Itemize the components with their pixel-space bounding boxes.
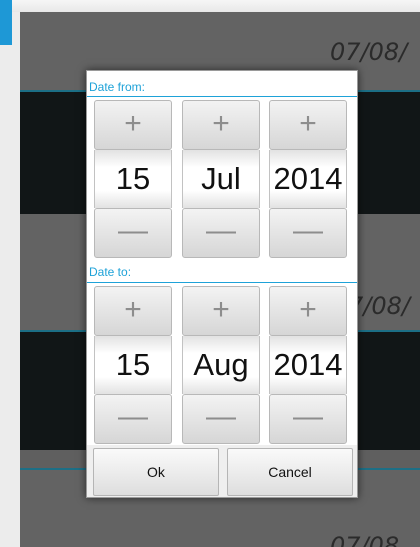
date-range-dialog: Date from: + 15 — + Jul — + 2014 — Date … <box>86 70 358 498</box>
from-year-decrement-button[interactable]: — <box>269 208 347 258</box>
from-day-increment-button[interactable]: + <box>94 100 172 150</box>
list-item-date: 07/08 <box>330 532 400 547</box>
date-to-divider <box>87 282 357 283</box>
date-from-divider <box>87 96 357 97</box>
to-year-value[interactable]: 2014 <box>269 336 347 394</box>
to-day-increment-button[interactable]: + <box>94 286 172 336</box>
to-year-increment-button[interactable]: + <box>269 286 347 336</box>
from-year-increment-button[interactable]: + <box>269 100 347 150</box>
from-day-decrement-button[interactable]: — <box>94 208 172 258</box>
from-month-value[interactable]: Jul <box>182 150 260 208</box>
to-day-value[interactable]: 15 <box>94 336 172 394</box>
ok-button[interactable]: Ok <box>93 448 219 496</box>
from-year-value[interactable]: 2014 <box>269 150 347 208</box>
top-strip <box>0 0 420 12</box>
date-to-label: Date to: <box>89 265 132 279</box>
to-year-decrement-button[interactable]: — <box>269 394 347 444</box>
cancel-button[interactable]: Cancel <box>227 448 353 496</box>
dialog-button-bar: Ok Cancel <box>87 445 357 497</box>
from-month-decrement-button[interactable]: — <box>182 208 260 258</box>
list-item-date: 7/08/ <box>348 292 410 320</box>
to-month-increment-button[interactable]: + <box>182 286 260 336</box>
accent-tab <box>0 0 12 45</box>
from-day-value[interactable]: 15 <box>94 150 172 208</box>
to-month-value[interactable]: Aug <box>182 336 260 394</box>
to-day-decrement-button[interactable]: — <box>94 394 172 444</box>
to-month-decrement-button[interactable]: — <box>182 394 260 444</box>
list-item-date: 07/08/ <box>330 38 408 66</box>
date-from-label: Date from: <box>89 80 146 94</box>
from-month-increment-button[interactable]: + <box>182 100 260 150</box>
